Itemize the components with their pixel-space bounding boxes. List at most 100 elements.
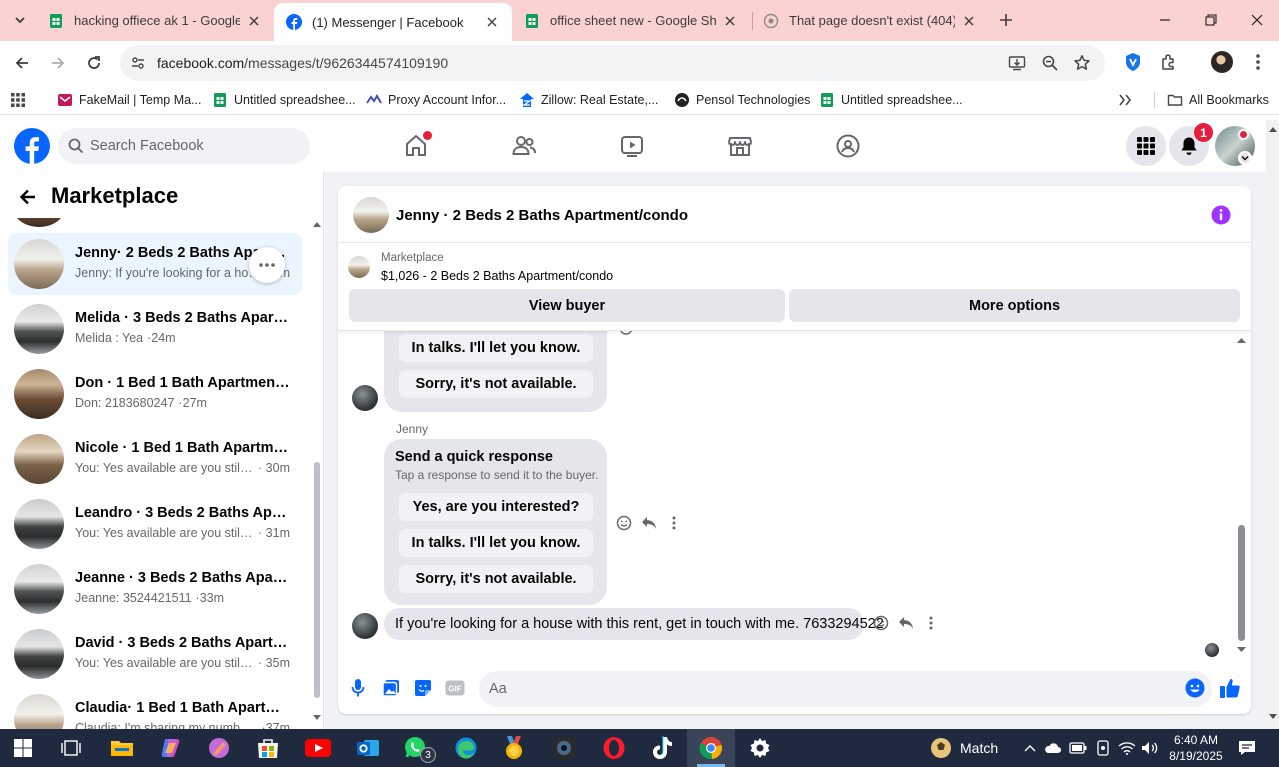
chat-scrollbar-thumb[interactable] xyxy=(1238,525,1245,641)
system-clock[interactable]: 6:40 AM 8/19/2025 xyxy=(1166,732,1226,764)
close-tab-icon[interactable] xyxy=(722,13,738,29)
browser-tab[interactable]: office sheet new - Google Sheets xyxy=(512,4,750,37)
facebook-search[interactable] xyxy=(58,128,310,164)
conversation-item[interactable]: Don · 1 Bed 1 Bath Apartment/condo Don: … xyxy=(8,363,302,425)
emoji-icon[interactable] xyxy=(1184,677,1206,699)
quick-reply-option[interactable]: Sorry, it's not available. xyxy=(399,565,593,593)
conversation-item[interactable]: Nicole · 1 Bed 1 Bath Apartment/condo Yo… xyxy=(8,428,302,490)
scroll-down-icon[interactable] xyxy=(313,715,321,721)
kebab-menu-icon[interactable] xyxy=(1246,50,1270,74)
medal-app-icon[interactable] xyxy=(499,733,529,763)
device-icon[interactable] xyxy=(1094,739,1112,757)
tiktok-icon[interactable] xyxy=(647,733,677,763)
conversation-options-icon[interactable] xyxy=(249,247,285,283)
close-tab-icon[interactable] xyxy=(246,13,262,29)
chat-title[interactable]: Jenny · 2 Beds 2 Baths Apartment/condo xyxy=(396,207,688,224)
back-arrow-icon[interactable] xyxy=(16,185,40,209)
friends-icon[interactable] xyxy=(504,126,544,166)
reply-icon[interactable] xyxy=(896,613,916,633)
address-bar[interactable]: facebook.com/messages/t/9626344574109190 xyxy=(120,45,1105,81)
groups-icon[interactable] xyxy=(828,126,868,166)
sender-avatar[interactable] xyxy=(352,385,378,411)
forward-icon[interactable] xyxy=(45,50,71,76)
bookmark-star-icon[interactable] xyxy=(1070,51,1094,75)
bookmark-item[interactable]: FakeMail | Temp Ma... xyxy=(57,90,202,110)
settings-gear-icon[interactable] xyxy=(745,733,775,763)
battery-icon[interactable] xyxy=(1069,739,1087,757)
quick-reply-option[interactable]: In talks. I'll let you know. xyxy=(399,529,593,557)
scroll-up-icon[interactable] xyxy=(1269,126,1277,132)
bookmark-item[interactable]: Pensol Technologies xyxy=(674,90,810,110)
conversation-item[interactable]: Leandro · 3 Beds 2 Baths Apartment/condo… xyxy=(8,493,302,555)
facebook-logo-icon[interactable] xyxy=(14,128,50,164)
conversation-item[interactable]: David · 3 Beds 2 Baths Apartment/condo Y… xyxy=(8,623,302,685)
react-icon[interactable] xyxy=(871,613,891,633)
vpn-shield-icon[interactable] xyxy=(1121,50,1145,74)
conversation-item-selected[interactable]: Jenny· 2 Beds 2 Baths Apartment/condo Je… xyxy=(8,233,302,295)
apps-icon[interactable] xyxy=(10,90,26,110)
view-buyer-button[interactable]: View buyer xyxy=(349,289,785,322)
cloud-sync-icon[interactable] xyxy=(1044,739,1062,757)
listing-thumbnail[interactable] xyxy=(348,256,370,278)
weather-label[interactable]: Match xyxy=(960,740,998,756)
dark-app-icon[interactable] xyxy=(549,733,579,763)
menu-grid-icon[interactable] xyxy=(1126,126,1166,166)
close-tab-icon[interactable] xyxy=(484,14,500,30)
tab-search-icon[interactable] xyxy=(8,8,32,32)
conversation-item[interactable]: Melida · 3 Beds 2 Baths Apartment/condo … xyxy=(8,298,302,360)
close-tab-icon[interactable] xyxy=(961,13,977,29)
gif-icon[interactable]: GIF xyxy=(444,677,466,699)
thumbs-up-icon[interactable] xyxy=(1219,677,1241,699)
site-info-icon[interactable] xyxy=(126,51,150,75)
outlook-icon[interactable] xyxy=(353,733,383,763)
microsoft-store-icon[interactable] xyxy=(253,733,283,763)
file-explorer-icon[interactable] xyxy=(107,733,137,763)
list-scrollbar-thumb[interactable] xyxy=(314,462,320,698)
minimize-icon[interactable] xyxy=(1153,8,1177,32)
bookmark-item[interactable]: Zillow: Real Estate,... xyxy=(519,90,658,110)
more-actions-icon[interactable] xyxy=(664,513,684,533)
notification-center-icon[interactable] xyxy=(1238,739,1256,757)
volume-icon[interactable] xyxy=(1141,739,1159,757)
edge-icon[interactable] xyxy=(451,733,481,763)
chat-avatar[interactable] xyxy=(353,197,389,233)
browser-tab[interactable]: hacking offiece ak 1 - Google Sheets xyxy=(36,4,274,37)
browser-tab[interactable]: That page doesn't exist (404) - Facebook xyxy=(751,4,989,37)
install-app-icon[interactable] xyxy=(1005,51,1029,75)
quick-reply-option[interactable]: Sorry, it's not available. xyxy=(399,370,593,398)
scroll-up-icon[interactable] xyxy=(313,221,321,227)
scroll-down-icon[interactable] xyxy=(1237,647,1246,653)
react-icon[interactable] xyxy=(614,513,634,533)
conversation-item[interactable]: Claudia· 1 Bed 1 Bath Apartment/condo Cl… xyxy=(8,688,302,729)
chevron-up-icon[interactable] xyxy=(1021,739,1039,757)
zoom-icon[interactable] xyxy=(1038,51,1062,75)
windows-start-icon[interactable] xyxy=(8,733,38,763)
quick-reply-option[interactable]: Yes, are you interested? xyxy=(399,493,593,521)
listing-price[interactable]: $1,026 - 2 Beds 2 Baths Apartment/condo xyxy=(381,269,613,283)
bookmark-item[interactable]: Proxy Account Infor... xyxy=(366,90,506,110)
info-icon[interactable] xyxy=(1211,205,1231,225)
microphone-icon[interactable] xyxy=(347,677,369,699)
search-input[interactable] xyxy=(90,138,290,154)
paint-app-icon[interactable] xyxy=(204,733,234,763)
chrome-icon[interactable] xyxy=(696,733,726,763)
page-scrollbar[interactable] xyxy=(1266,120,1279,729)
back-icon[interactable] xyxy=(9,50,35,76)
more-bookmarks-icon[interactable] xyxy=(1118,90,1132,110)
all-bookmarks[interactable]: All Bookmarks xyxy=(1167,90,1269,110)
scroll-down-icon[interactable] xyxy=(1269,714,1277,720)
bookmark-item[interactable]: Untitled spreadshee... xyxy=(819,90,963,110)
chevron-down-icon[interactable] xyxy=(1238,151,1252,165)
youtube-icon[interactable] xyxy=(303,733,333,763)
more-actions-icon[interactable] xyxy=(921,613,941,633)
browser-tab-active[interactable]: (1) Messenger | Facebook xyxy=(274,3,512,41)
sticker-icon[interactable] xyxy=(412,677,434,699)
reload-icon[interactable] xyxy=(81,50,107,76)
task-view-icon[interactable] xyxy=(56,733,86,763)
sender-avatar[interactable] xyxy=(352,613,378,639)
extensions-icon[interactable] xyxy=(1157,50,1181,74)
marketplace-icon[interactable] xyxy=(720,126,760,166)
profile-avatar[interactable] xyxy=(1210,50,1234,74)
restore-icon[interactable] xyxy=(1199,8,1223,32)
opera-icon[interactable] xyxy=(599,733,629,763)
